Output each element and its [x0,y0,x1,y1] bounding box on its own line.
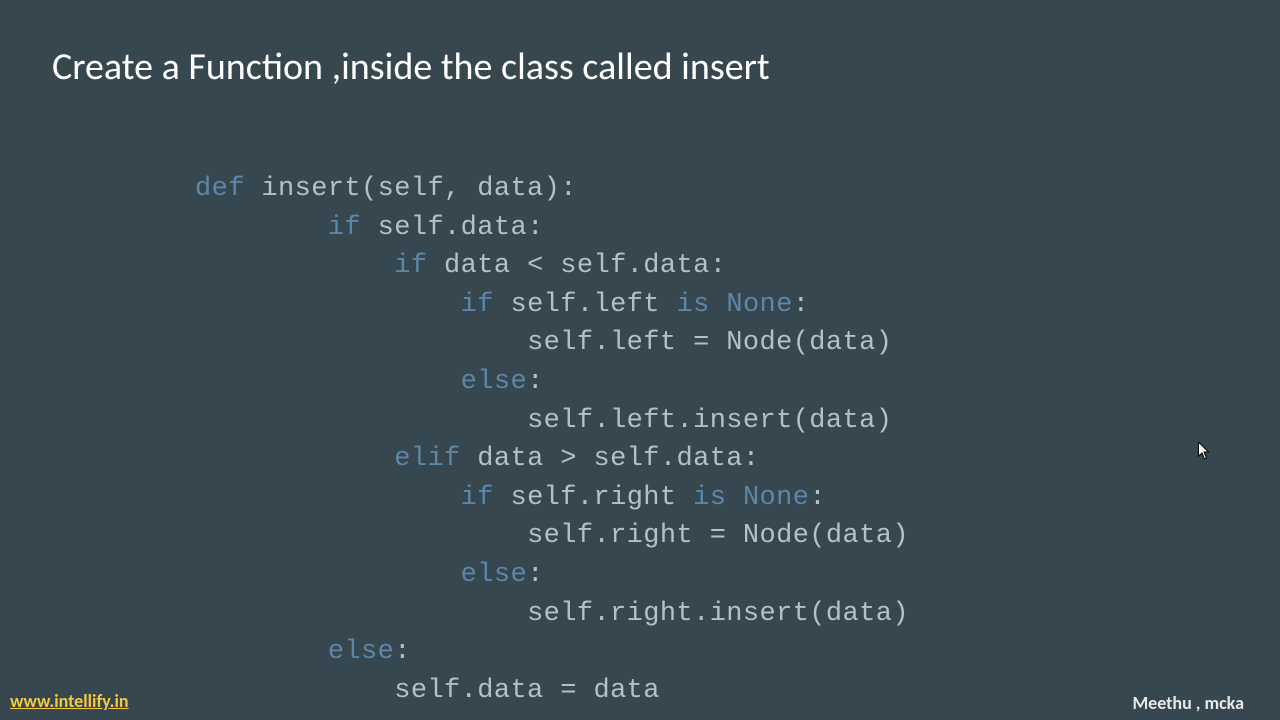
indent [195,483,461,513]
keyword-is: is [693,483,726,513]
footer-credit: Meethu , mcka [1132,692,1244,714]
keyword-if: if [461,483,494,513]
code-text: : [527,367,544,397]
indent [195,290,461,320]
footer-link[interactable]: www.intellify.in [10,690,129,712]
indent [195,328,527,358]
indent [195,406,527,436]
indent [195,367,461,397]
code-text: : [793,290,810,320]
keyword-if: if [328,213,361,243]
code-text [726,483,743,513]
code-text: insert(self, data): [245,174,577,204]
code-text: self.left.insert(data) [527,406,892,436]
indent [195,251,394,281]
code-text: self.data: [361,213,544,243]
code-text: self.left [494,290,677,320]
keyword-none: None [726,290,792,320]
indent [195,599,527,629]
keyword-if: if [394,251,427,281]
code-text: self.right [494,483,693,513]
code-text: self.left = Node(data) [527,328,892,358]
indent [195,521,527,551]
keyword-is: is [677,290,710,320]
indent [195,637,328,667]
code-text: self.right = Node(data) [527,521,909,551]
keyword-none: None [743,483,809,513]
code-text: : [394,637,411,667]
keyword-if: if [461,290,494,320]
code-text [710,290,727,320]
keyword-else: else [461,560,527,590]
indent [195,560,461,590]
code-text: self.right.insert(data) [527,599,909,629]
code-text: data > self.data: [461,444,760,474]
slide-title: Create a Function ,inside the class call… [52,44,770,90]
keyword-else: else [328,637,394,667]
indent [195,213,328,243]
keyword-elif: elif [394,444,460,474]
keyword-else: else [461,367,527,397]
code-block: def insert(self, data): if self.data: if… [195,170,909,710]
indent [195,444,394,474]
code-text: data < self.data: [427,251,726,281]
indent [195,676,394,706]
code-text: : [809,483,826,513]
keyword-def: def [195,174,245,204]
code-text: : [527,560,544,590]
code-text: self.data = data [394,676,660,706]
mouse-cursor-icon [1198,442,1211,461]
